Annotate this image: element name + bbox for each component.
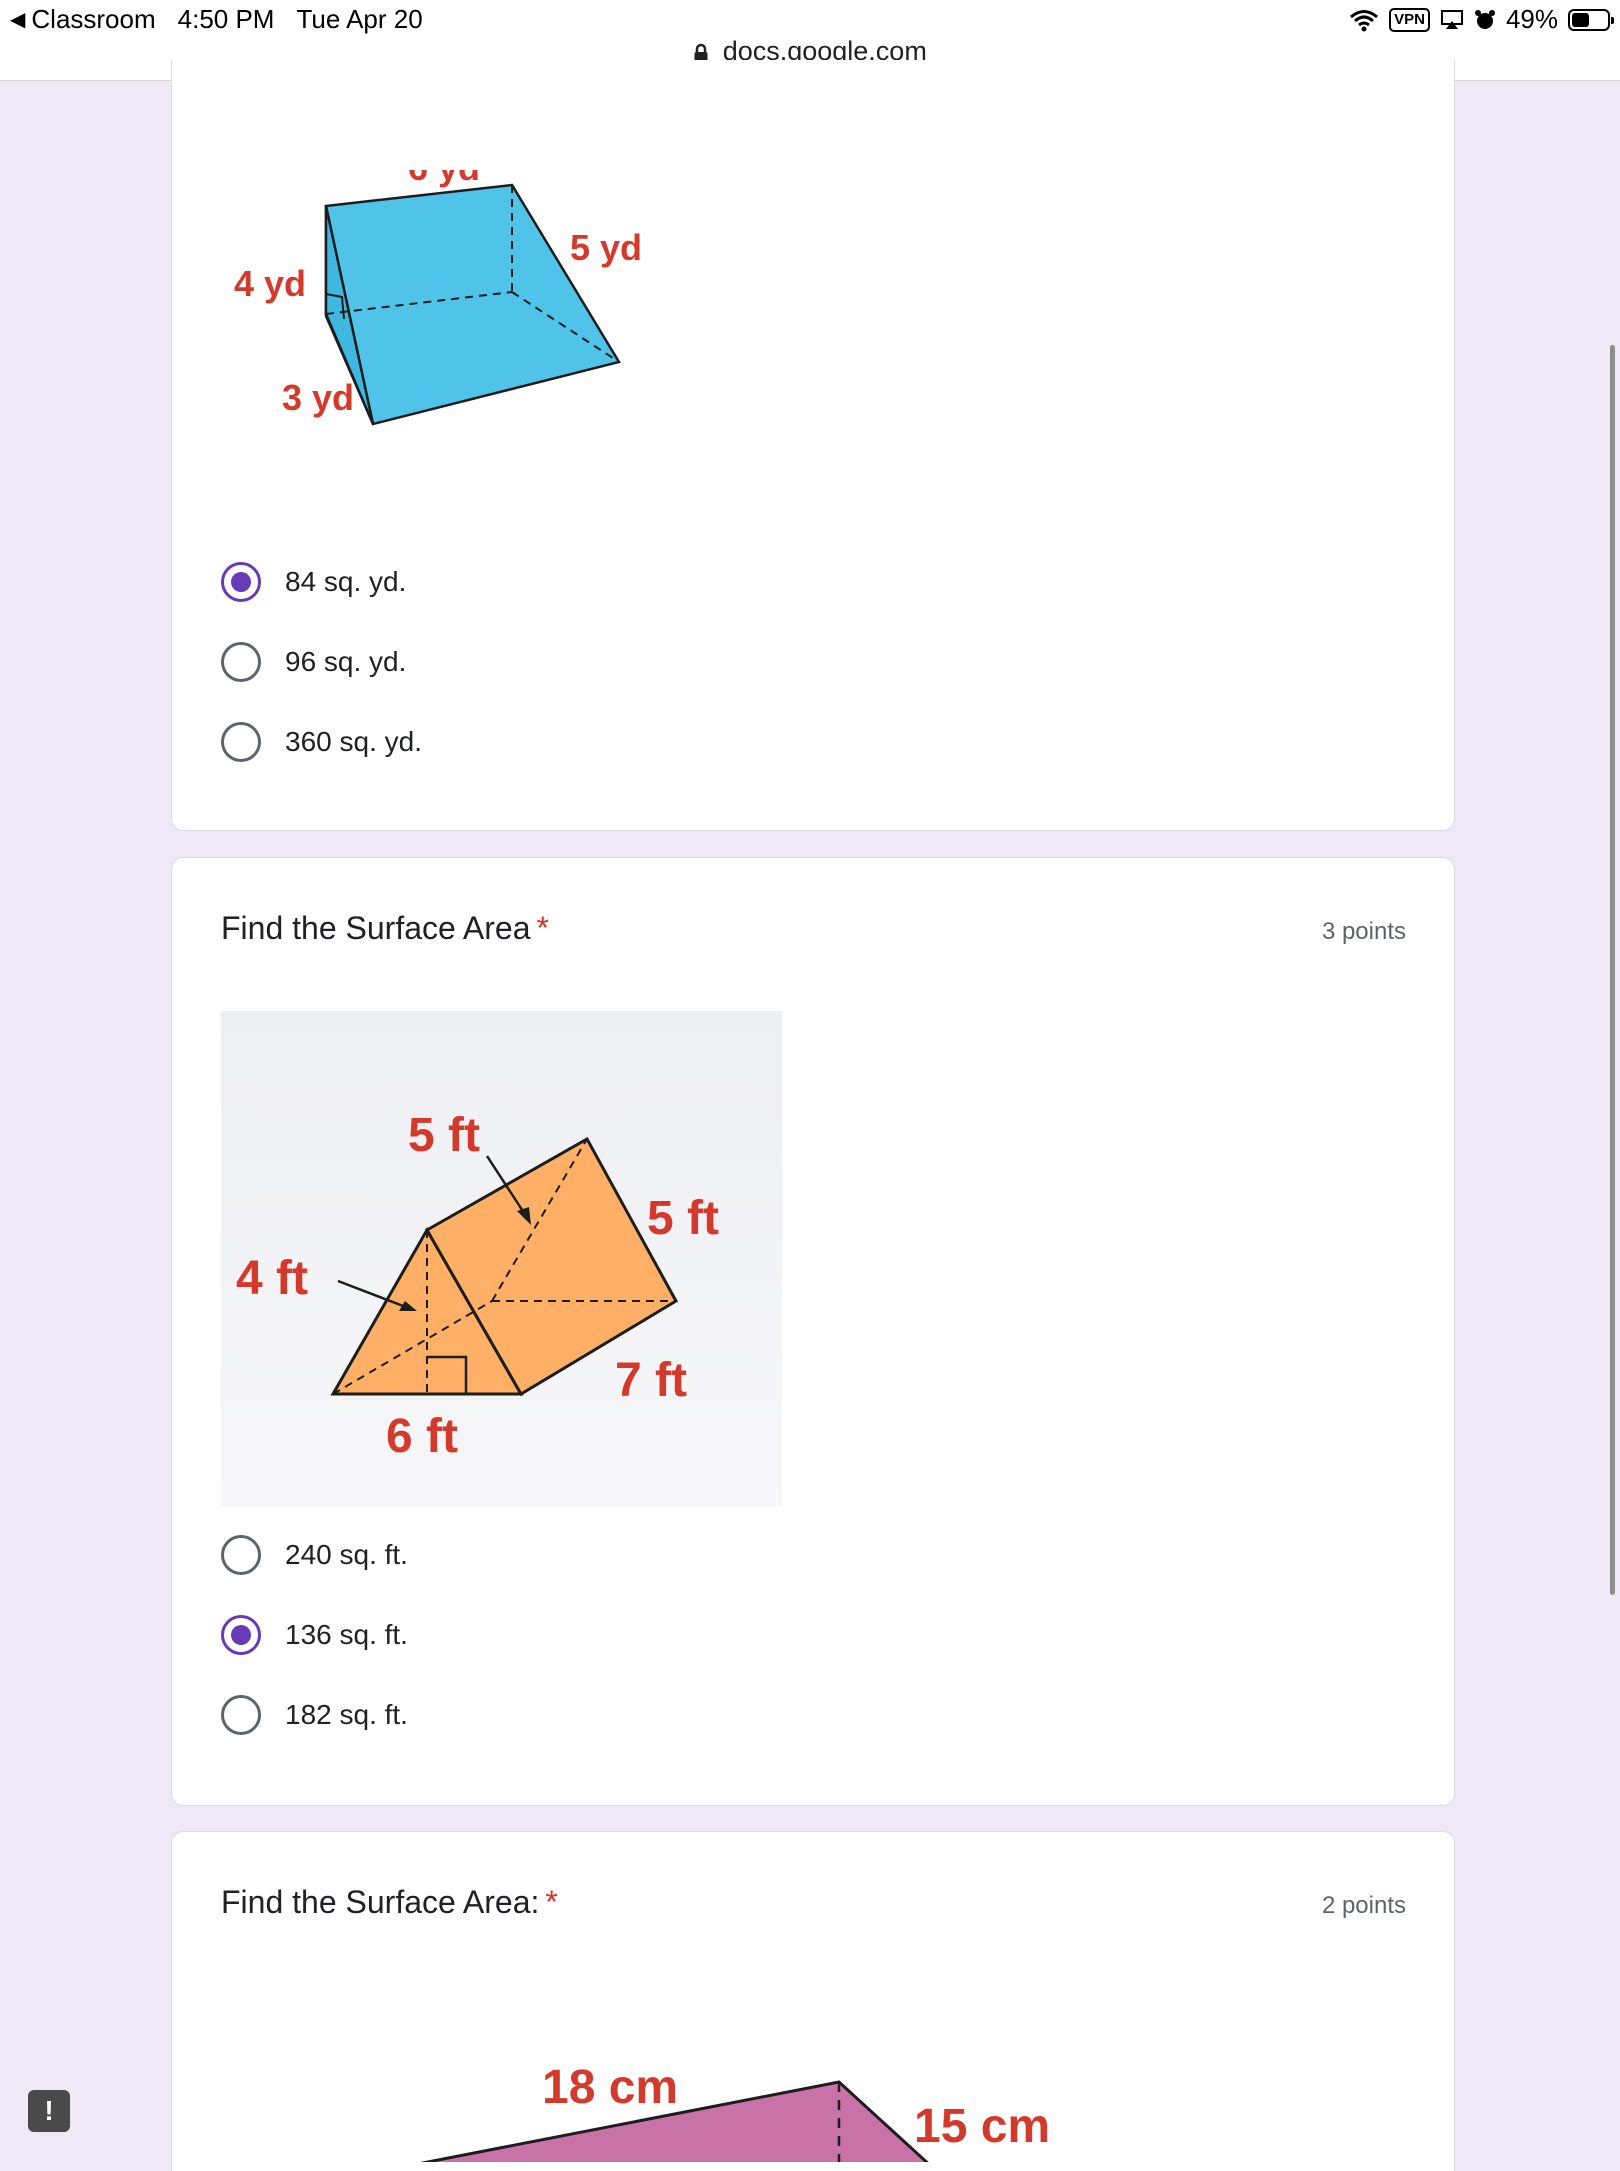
option-label: 96 sq. yd. bbox=[285, 646, 407, 677]
vpn-badge: VPN bbox=[1389, 7, 1430, 32]
question-title-text: Find the Surface Area bbox=[221, 910, 531, 946]
alarm-icon bbox=[1474, 9, 1495, 29]
option-84[interactable]: 84 sq. yd. bbox=[221, 560, 406, 604]
option-182[interactable]: 182 sq. ft. bbox=[221, 1693, 408, 1737]
figure-label-top: 6 yd bbox=[408, 170, 480, 188]
battery-level-fill bbox=[1572, 12, 1589, 27]
option-label: 182 sq. ft. bbox=[285, 1699, 408, 1730]
option-label: 360 sq. yd. bbox=[285, 726, 422, 757]
option-136[interactable]: 136 sq. ft. bbox=[221, 1613, 408, 1657]
option-360[interactable]: 360 sq. yd. bbox=[221, 720, 422, 764]
radio-unselected[interactable] bbox=[221, 722, 261, 762]
option-96[interactable]: 96 sq. yd. bbox=[221, 640, 406, 684]
status-left: ◀ Classroom 4:50 PM Tue Apr 20 bbox=[10, 4, 423, 35]
question-card-3: Find the Surface Area: * 2 points 18 cm 1… bbox=[171, 1831, 1455, 2171]
option-label: 84 sq. yd. bbox=[285, 566, 407, 597]
feedback-icon[interactable]: ! bbox=[28, 2090, 70, 2132]
radio-unselected[interactable] bbox=[221, 642, 261, 682]
question-title: Find the Surface Area * bbox=[221, 910, 549, 947]
radio-selected[interactable] bbox=[221, 562, 261, 602]
figure-label-bottom: 3 yd bbox=[282, 377, 354, 418]
radio-unselected[interactable] bbox=[221, 1535, 261, 1575]
scrollbar[interactable] bbox=[1610, 345, 1615, 1595]
status-date: Tue Apr 20 bbox=[296, 4, 423, 34]
required-mark: * bbox=[536, 910, 549, 946]
radio-unselected[interactable] bbox=[221, 1695, 261, 1735]
question-card-1: 6 yd 5 yd 4 yd 3 yd 84 sq. yd. 96 sq. yd… bbox=[171, 60, 1455, 831]
prism-figure-yd: 6 yd 5 yd 4 yd 3 yd bbox=[234, 170, 642, 426]
option-240[interactable]: 240 sq. ft. bbox=[221, 1533, 408, 1577]
figure-label-depth: 7 ft bbox=[615, 1354, 687, 1407]
battery-icon bbox=[1568, 8, 1614, 31]
question-title: Find the Surface Area: * bbox=[221, 1884, 558, 1921]
option-label: 240 sq. ft. bbox=[285, 1539, 408, 1570]
figure-label-right: 5 ft bbox=[647, 1192, 719, 1245]
status-right: VPN 49% bbox=[1349, 4, 1614, 35]
question-title-text: Find the Surface Area: bbox=[221, 1884, 540, 1920]
required-mark: * bbox=[545, 1884, 558, 1920]
figure-label-left: 4 yd bbox=[234, 263, 306, 304]
points-label: 3 points bbox=[1321, 918, 1406, 945]
points-label: 2 points bbox=[1321, 1892, 1406, 1919]
figure-label-bottom: 6 ft bbox=[386, 1410, 458, 1463]
prism-figure-ft: 5 ft 5 ft 4 ft 7 ft 6 ft bbox=[221, 1011, 782, 1506]
back-to-app-link[interactable]: Classroom bbox=[31, 4, 155, 35]
prism-figure-cm: 18 cm 15 cm bbox=[419, 2061, 1050, 2162]
question-card-2: Find the Surface Area * 3 points 5 ft 5 f… bbox=[171, 857, 1455, 1806]
figure-label-top: 5 ft bbox=[408, 1109, 480, 1162]
back-arrow-icon[interactable]: ◀ bbox=[10, 7, 25, 32]
status-time: 4:50 PM bbox=[177, 4, 275, 34]
wifi-icon bbox=[1350, 9, 1379, 31]
figure-label-left: 4 ft bbox=[236, 1252, 308, 1305]
battery-percent: 49% bbox=[1505, 4, 1558, 34]
figure-label-right: 5 yd bbox=[570, 227, 642, 268]
figure-label-right: 15 cm bbox=[914, 2100, 1050, 2153]
radio-selected[interactable] bbox=[221, 1615, 261, 1655]
figure-label-top: 18 cm bbox=[542, 2061, 678, 2114]
option-label: 136 sq. ft. bbox=[285, 1619, 408, 1650]
screen-mirror-icon bbox=[1440, 9, 1463, 29]
